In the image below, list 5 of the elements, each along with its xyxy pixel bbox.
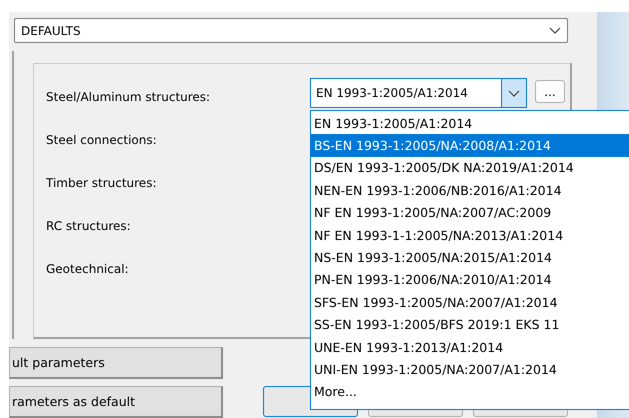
field-label: Timber structures: [46,175,158,190]
field-label: Geotechnical: [46,261,130,276]
field-label: RC structures: [46,218,132,233]
field-label: Steel/Aluminum structures: [46,89,212,104]
field-label: Steel connections: [46,132,158,147]
